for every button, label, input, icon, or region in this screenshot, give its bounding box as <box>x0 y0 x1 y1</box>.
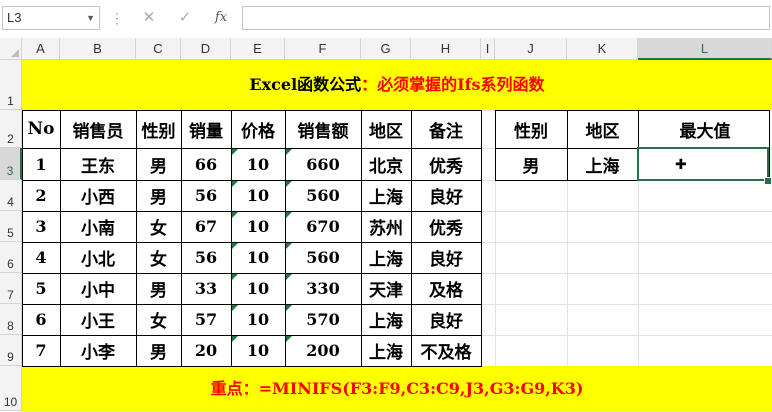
column-header-F[interactable]: F <box>285 38 361 60</box>
title-text: Excel函数公式 <box>249 75 362 94</box>
table-row-line <box>22 242 481 243</box>
row-number: 1 <box>7 94 14 108</box>
row-number: 3 <box>6 164 14 178</box>
row-number: 7 <box>7 288 14 302</box>
table-row-line <box>22 273 481 274</box>
fill-handle[interactable] <box>764 177 772 185</box>
name-box[interactable]: L3 ▼ <box>2 6 100 30</box>
note-label: 重点： <box>210 379 259 398</box>
cancel-icon[interactable]: ✕ <box>138 7 160 29</box>
row-header-5[interactable]: 5 <box>0 211 22 242</box>
table-row-line <box>22 148 481 149</box>
insert-function-icon[interactable]: fx <box>210 7 232 29</box>
column-header-E[interactable]: E <box>231 38 285 60</box>
row-header-1[interactable]: 1 <box>0 60 22 110</box>
formula-input[interactable] <box>242 6 770 30</box>
name-box-value: L3 <box>7 10 22 25</box>
row-header-2[interactable]: 2 <box>0 110 22 148</box>
column-header-K[interactable]: K <box>567 38 638 60</box>
row-number: 9 <box>7 350 14 364</box>
column-header-I[interactable]: I <box>481 38 495 60</box>
row-header-8[interactable]: 8 <box>0 304 22 335</box>
row-number: 10 <box>3 395 18 409</box>
formula-note: 重点：=MINIFS(F3:F9,C3:C9,J3,G3:G9,K3) <box>22 366 772 411</box>
row-header-10[interactable]: 10 <box>0 366 22 411</box>
title-highlight-text: ：必须掌握的Ifs系列函数 <box>361 75 545 94</box>
chevron-down-icon[interactable]: ▼ <box>86 7 95 29</box>
criteria-col-line <box>567 110 568 180</box>
row-number: 6 <box>7 257 14 271</box>
grip-icon: ⋮ <box>110 10 124 26</box>
row-header-6[interactable]: 6 <box>0 242 22 273</box>
row-number: 4 <box>7 195 14 209</box>
column-header-H[interactable]: H <box>411 38 481 60</box>
row-number: 5 <box>7 226 14 240</box>
enter-icon[interactable]: ✓ <box>174 7 196 29</box>
formula-toolbar: L3 ▼ ⋮ ✕ ✓ fx <box>0 0 772 39</box>
column-header-B[interactable]: B <box>60 38 136 60</box>
selected-cell-L3[interactable] <box>637 147 769 181</box>
column-header-D[interactable]: D <box>181 38 231 60</box>
column-header-L[interactable]: L <box>638 38 772 60</box>
column-header-J[interactable]: J <box>495 38 567 60</box>
column-header-A[interactable]: A <box>22 38 60 60</box>
row-header-9[interactable]: 9 <box>0 335 22 366</box>
table-row-line <box>22 335 481 336</box>
row-number: 2 <box>7 132 14 146</box>
table-row-line <box>22 180 481 181</box>
row-header-7[interactable]: 7 <box>0 273 22 304</box>
sheet-title: Excel函数公式：必须掌握的Ifs系列函数 <box>22 60 772 110</box>
table-row-line <box>22 211 481 212</box>
note-formula: =MINIFS(F3:F9,C3:C9,J3,G3:G9,K3) <box>258 379 584 398</box>
row-header-3[interactable]: 3 <box>0 148 22 180</box>
column-header-C[interactable]: C <box>136 38 181 60</box>
row-header-4[interactable]: 4 <box>0 180 22 211</box>
cell-cursor-icon: ✚ <box>675 156 687 172</box>
select-all-corner[interactable] <box>0 38 22 60</box>
row-number: 8 <box>7 319 14 333</box>
column-header-G[interactable]: G <box>361 38 411 60</box>
table-row-line <box>22 304 481 305</box>
